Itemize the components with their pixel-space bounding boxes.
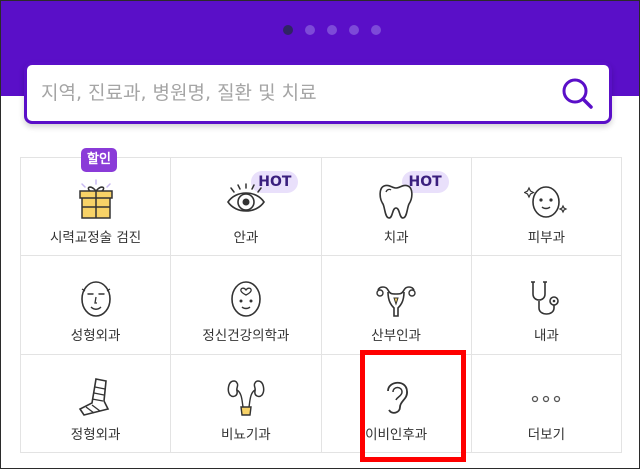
category-obstetrics[interactable]: 산부인과: [321, 256, 472, 355]
category-label: 내과: [533, 328, 559, 345]
category-dermatology[interactable]: 피부과: [471, 158, 622, 257]
ear-icon: [387, 381, 409, 414]
uterus-icon: [376, 286, 416, 318]
category-label: 이비인후과: [365, 426, 428, 443]
carousel-dot-4[interactable]: [349, 25, 359, 35]
category-label: 산부인과: [371, 328, 421, 345]
category-orthopedics[interactable]: 정형외과: [21, 354, 172, 453]
search-icon[interactable]: [559, 76, 595, 112]
carousel-dot-1[interactable]: [283, 25, 293, 35]
category-label: 정형외과: [70, 426, 121, 443]
face-icon: [80, 281, 111, 318]
category-psychiatry[interactable]: 정신건강의학과: [171, 256, 322, 355]
carousel-dot-3[interactable]: [327, 25, 337, 35]
stethoscope-icon: [531, 281, 560, 316]
tooth-icon: [379, 184, 413, 219]
category-label: 피부과: [527, 230, 565, 246]
more-dots-icon: [532, 395, 561, 402]
category-grid: 할인 시력교정술 검진 HOT 안과 HOT 치과 피부과 성형외과 정신건강의…: [20, 148, 622, 453]
carousel-dot-2[interactable]: [305, 25, 315, 35]
discount-badge: 할인: [81, 148, 117, 172]
category-more[interactable]: 더보기: [471, 354, 622, 453]
category-ophthalmology[interactable]: HOT 안과: [171, 158, 322, 257]
category-label: 안과: [233, 230, 259, 246]
search-bar: [24, 62, 612, 124]
category-label: 비뇨기과: [221, 426, 271, 443]
category-urology[interactable]: 비뇨기과: [171, 354, 322, 453]
gift-icon: [78, 179, 113, 219]
search-input[interactable]: [41, 77, 541, 109]
category-label: 성형외과: [70, 328, 121, 345]
carousel-dots: [283, 25, 381, 35]
category-plastic-surgery[interactable]: 성형외과: [21, 256, 172, 355]
category-ent[interactable]: 이비인후과: [321, 354, 472, 453]
category-label: 더보기: [527, 426, 565, 443]
carousel-dot-5[interactable]: [371, 25, 381, 35]
cast-leg-icon: [78, 377, 109, 416]
eye-icon: [226, 183, 265, 212]
category-label: 시력교정술 검진: [50, 230, 142, 246]
category-internal-medicine[interactable]: 내과: [471, 256, 622, 355]
heart-face-icon: [231, 281, 261, 318]
category-label: 정신건강의학과: [202, 328, 290, 345]
category-dentistry[interactable]: HOT 치과: [321, 158, 472, 257]
kidney-icon: [227, 379, 265, 416]
category-vision-correction[interactable]: 할인 시력교정술 검진: [21, 148, 172, 257]
category-label: 치과: [383, 230, 409, 246]
face-sparkle-icon: [524, 186, 568, 218]
